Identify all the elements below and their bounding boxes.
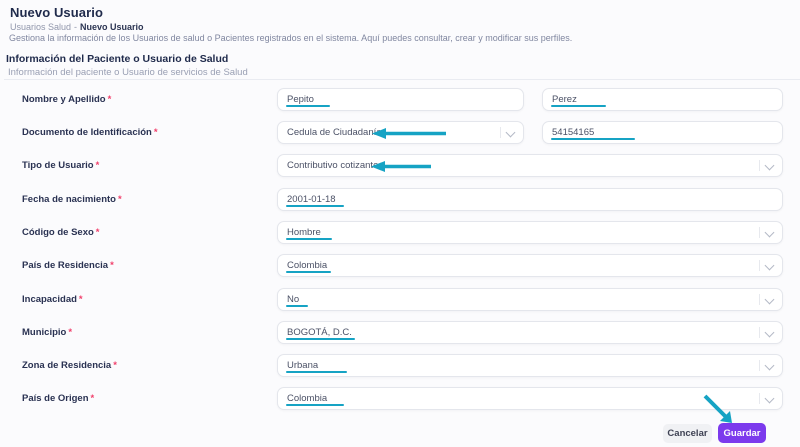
form-row-tipo-usuario: Tipo de Usuario* Contributivo cotizante <box>0 154 800 177</box>
chevron-down-icon <box>765 295 775 305</box>
section-title: Información del Paciente o Usuario de Sa… <box>6 53 228 65</box>
select-zona-residencia[interactable]: Urbana <box>277 354 783 377</box>
required-marker: * <box>91 393 95 404</box>
required-marker: * <box>68 327 72 338</box>
annotation-underline <box>286 404 344 407</box>
annotation-underline <box>286 238 332 241</box>
input-fecha-nacimiento[interactable]: 2001-01-18 <box>277 188 783 211</box>
form-row-nombre-apellido: Nombre y Apellido* Pepito Perez <box>0 88 800 111</box>
select-tipo-usuario[interactable]: Contributivo cotizante <box>277 154 783 177</box>
select-divider <box>759 294 760 305</box>
required-marker: * <box>108 94 112 105</box>
select-codigo-sexo[interactable]: Hombre <box>277 221 783 244</box>
form-row-zona-residencia: Zona de Residencia* Urbana <box>0 354 800 377</box>
annotation-underline <box>286 105 330 108</box>
input-numero-documento[interactable]: 54154165 <box>542 121 783 144</box>
input-apellido[interactable]: Perez <box>542 88 783 111</box>
form-row-pais-residencia: País de Residencia* Colombia <box>0 254 800 277</box>
select-divider <box>759 327 760 338</box>
required-marker: * <box>110 260 114 271</box>
required-marker: * <box>154 127 158 138</box>
field-label-pais-residencia: País de Residencia* <box>22 260 114 271</box>
breadcrumb-parent[interactable]: Usuarios Salud <box>10 22 71 32</box>
chevron-down-icon <box>765 161 775 171</box>
annotation-arrow-left-icon <box>372 127 446 140</box>
breadcrumb-separator: - <box>74 22 77 32</box>
annotation-underline <box>286 371 347 374</box>
form-row-pais-origen: País de Origen* Colombia <box>0 387 800 410</box>
chevron-down-icon <box>506 128 516 138</box>
select-divider <box>759 260 760 271</box>
chevron-down-icon <box>765 228 775 238</box>
required-marker: * <box>96 227 100 238</box>
select-incapacidad[interactable]: No <box>277 288 783 311</box>
breadcrumb: Usuarios Salud-Nuevo Usuario <box>10 22 144 32</box>
form-row-municipio: Municipio* BOGOTÁ, D.C. <box>0 321 800 344</box>
chevron-down-icon <box>765 394 775 404</box>
required-marker: * <box>79 294 83 305</box>
select-divider <box>759 227 760 238</box>
annotation-arrow-left-icon <box>371 160 431 173</box>
select-divider <box>759 160 760 171</box>
section-subtitle: Información del paciente o Usuario de se… <box>8 67 248 78</box>
annotation-underline <box>286 338 355 341</box>
section-divider <box>4 79 800 80</box>
form-row-incapacidad: Incapacidad* No <box>0 288 800 311</box>
form-row-codigo-sexo: Código de Sexo* Hombre <box>0 221 800 244</box>
annotation-underline <box>551 105 606 108</box>
chevron-down-icon <box>765 328 775 338</box>
page-title: Nuevo Usuario <box>10 5 103 20</box>
field-label-tipo-usuario: Tipo de Usuario* <box>22 160 99 171</box>
required-marker: * <box>118 194 122 205</box>
form-row-fecha-nacimiento: Fecha de nacimiento* 2001-01-18 <box>0 188 800 211</box>
field-label-documento: Documento de Identificación* <box>22 127 158 138</box>
field-label-codigo-sexo: Código de Sexo* <box>22 227 100 238</box>
annotation-underline <box>286 305 308 308</box>
select-divider <box>759 360 760 371</box>
select-pais-residencia[interactable]: Colombia <box>277 254 783 277</box>
select-tipo-documento[interactable]: Cedula de Ciudadanía <box>277 121 524 144</box>
field-label-pais-origen: País de Origen* <box>22 393 94 404</box>
form-row-documento: Documento de Identificación* Cedula de C… <box>0 121 800 144</box>
required-marker: * <box>96 160 100 171</box>
select-divider <box>759 393 760 404</box>
field-label-nombre-apellido: Nombre y Apellido* <box>22 94 111 105</box>
required-marker: * <box>113 360 117 371</box>
select-divider <box>500 127 501 138</box>
field-label-municipio: Municipio* <box>22 327 72 338</box>
cancel-button[interactable]: Cancelar <box>663 424 712 443</box>
annotation-underline <box>551 138 635 141</box>
chevron-down-icon <box>765 261 775 271</box>
annotation-underline <box>286 271 331 274</box>
field-label-zona-residencia: Zona de Residencia* <box>22 360 117 371</box>
field-label-incapacidad: Incapacidad* <box>22 294 83 305</box>
annotation-underline <box>286 205 344 208</box>
field-label-fecha-nacimiento: Fecha de nacimiento* <box>22 194 122 205</box>
select-municipio[interactable]: BOGOTÁ, D.C. <box>277 321 783 344</box>
breadcrumb-current: Nuevo Usuario <box>80 22 144 32</box>
page-description: Gestiona la información de los Usuarios … <box>9 33 572 43</box>
input-nombre[interactable]: Pepito <box>277 88 524 111</box>
save-button[interactable]: Guardar <box>718 423 766 443</box>
chevron-down-icon <box>765 361 775 371</box>
